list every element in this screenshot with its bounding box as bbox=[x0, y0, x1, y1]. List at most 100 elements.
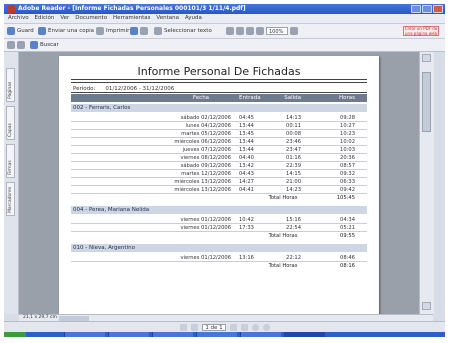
cell-entrada: 13:16 bbox=[239, 255, 254, 261]
menu-ver[interactable]: Ver bbox=[60, 15, 69, 21]
zoom-in-icon[interactable] bbox=[290, 27, 298, 35]
menu-edicion[interactable]: Edición bbox=[34, 15, 54, 21]
scroll-up-arrow[interactable] bbox=[422, 54, 431, 62]
table-row: martes 12/12/2006 04:43 14:15 09:32 bbox=[71, 170, 367, 178]
employee-group-header: 004 - Perea, Mariana Nelida bbox=[71, 206, 367, 214]
taskbar-item[interactable] bbox=[240, 332, 281, 337]
acrobat-window: Adobe Reader - [Informe Fichadas Persona… bbox=[4, 4, 445, 337]
pdf-page: Informe Personal De Fichadas Período: 01/… bbox=[59, 56, 379, 314]
menu-archivo[interactable]: Archivo bbox=[8, 15, 29, 21]
zoom-out-icon[interactable] bbox=[226, 27, 234, 35]
fit-page-icon[interactable] bbox=[236, 27, 244, 35]
cell-salida: 14:15 bbox=[286, 171, 301, 177]
create-pdf-search[interactable]: Crear un PDF de una página web bbox=[403, 26, 439, 36]
tab-marcadores-label: Marcadores bbox=[8, 186, 13, 213]
cell-entrada: 04:43 bbox=[239, 171, 254, 177]
col-entrada: Entrada bbox=[239, 95, 261, 101]
select-text-button[interactable]: Seleccionar texto bbox=[154, 26, 212, 36]
last-page-icon[interactable] bbox=[241, 324, 248, 331]
employee-name: 010 - Nieva, Argentino bbox=[73, 245, 135, 251]
employee-name: 002 - Ferraris, Carlos bbox=[73, 105, 131, 111]
cell-fecha: jueves 07/12/2006 bbox=[182, 147, 231, 153]
close-button[interactable] bbox=[433, 5, 443, 13]
menu-herramientas[interactable]: Herramientas bbox=[113, 15, 150, 21]
total-label: Total Horas bbox=[268, 195, 298, 201]
maximize-button[interactable] bbox=[422, 5, 432, 13]
table-row: viernes 01/12/2006 17:33 22:54 05:21 bbox=[71, 224, 367, 232]
print-button[interactable]: Imprimir bbox=[96, 26, 129, 36]
taskbar-item[interactable] bbox=[152, 332, 193, 337]
cell-entrada: 13:44 bbox=[239, 123, 254, 129]
col-salida: Salida bbox=[284, 95, 301, 101]
taskbar-item[interactable] bbox=[108, 332, 149, 337]
menu-documento[interactable]: Documento bbox=[75, 15, 107, 21]
taskbar-item[interactable] bbox=[64, 332, 105, 337]
find-button[interactable]: Buscar bbox=[30, 40, 59, 50]
table-row: viernes 08/12/2006 04:40 01:16 20:36 bbox=[71, 154, 367, 162]
tab-marcadores[interactable]: Marcadores bbox=[6, 182, 15, 216]
forward-icon[interactable] bbox=[263, 324, 270, 331]
find-label: Buscar bbox=[40, 42, 59, 48]
title-rule-top bbox=[71, 79, 367, 80]
tab-paginas[interactable]: Páginas bbox=[6, 68, 15, 102]
next-view-icon[interactable] bbox=[17, 41, 25, 49]
period-rule bbox=[71, 92, 367, 93]
cell-salida: 00:08 bbox=[286, 131, 301, 137]
menu-ayuda[interactable]: Ayuda bbox=[185, 15, 202, 21]
employee-group-header: 002 - Ferraris, Carlos bbox=[71, 104, 367, 112]
total-label: Total Horas bbox=[268, 233, 298, 239]
cell-salida: 15:16 bbox=[286, 217, 301, 223]
total-row: Total Horas 105:45 bbox=[71, 194, 367, 202]
table-row: viernes 01/12/2006 13:16 22:12 08:46 bbox=[71, 254, 367, 262]
next-page-icon[interactable] bbox=[230, 324, 237, 331]
cell-entrada: 10:42 bbox=[239, 217, 254, 223]
total-value: 08:16 bbox=[340, 263, 355, 269]
cell-entrada: 04:40 bbox=[239, 155, 254, 161]
tab-capas[interactable]: Capas bbox=[6, 106, 15, 140]
tab-firmas[interactable]: Firmas bbox=[6, 144, 15, 178]
select-label: Seleccionar texto bbox=[164, 28, 212, 34]
previous-page-icon[interactable] bbox=[191, 324, 198, 331]
cell-horas: 20:36 bbox=[340, 155, 355, 161]
taskbar-item[interactable] bbox=[196, 332, 237, 337]
minimize-button[interactable] bbox=[411, 5, 421, 13]
table-header: Fecha Entrada Salida Horas bbox=[71, 94, 367, 102]
taskbar-item-active[interactable] bbox=[284, 332, 325, 337]
total-value: 09:55 bbox=[340, 233, 355, 239]
email-button[interactable]: Enviar una copia bbox=[38, 26, 94, 36]
find-icon bbox=[30, 41, 38, 49]
cell-fecha: sábado 09/12/2006 bbox=[180, 163, 231, 169]
cell-entrada: 04:45 bbox=[239, 115, 254, 121]
rotate-icon[interactable] bbox=[140, 27, 148, 35]
scroll-thumb[interactable] bbox=[422, 72, 431, 132]
cell-fecha: viernes 01/12/2006 bbox=[180, 255, 231, 261]
save-button[interactable]: Guard bbox=[7, 26, 34, 36]
cell-fecha: sábado 02/12/2006 bbox=[180, 115, 231, 121]
single-page-icon[interactable] bbox=[256, 27, 264, 35]
first-page-icon[interactable] bbox=[180, 324, 187, 331]
adobe-reader-icon bbox=[7, 5, 15, 13]
menu-ventana[interactable]: Ventana bbox=[156, 15, 179, 21]
page-indicator[interactable]: 1 de 1 bbox=[202, 324, 226, 331]
tab-capas-label: Capas bbox=[8, 123, 13, 137]
cell-salida: 01:16 bbox=[286, 155, 301, 161]
employee-name: 004 - Perea, Mariana Nelida bbox=[73, 207, 150, 213]
report-title: Informe Personal De Fichadas bbox=[137, 65, 301, 78]
zoom-field[interactable]: 100% bbox=[266, 27, 288, 35]
back-icon[interactable] bbox=[252, 324, 259, 331]
scroll-down-arrow[interactable] bbox=[422, 302, 431, 310]
fit-width-icon[interactable] bbox=[246, 27, 254, 35]
start-button[interactable] bbox=[4, 332, 26, 337]
vertical-scrollbar[interactable] bbox=[419, 52, 434, 314]
document-viewport[interactable]: Informe Personal De Fichadas Período: 01/… bbox=[19, 52, 419, 314]
table-row: jueves 07/12/2006 13:44 23:47 10:03 bbox=[71, 146, 367, 154]
table-row: miércoles 13/12/2006 14:27 21:00 06:33 bbox=[71, 178, 367, 186]
cell-horas: 10:02 bbox=[340, 139, 355, 145]
table-row: martes 05/12/2006 13:45 00:08 10:23 bbox=[71, 130, 367, 138]
previous-view-icon[interactable] bbox=[7, 41, 15, 49]
hand-icon[interactable] bbox=[130, 27, 138, 35]
title-bar: Adobe Reader - [Informe Fichadas Persona… bbox=[4, 4, 445, 14]
cell-fecha: viernes 08/12/2006 bbox=[180, 155, 231, 161]
windows-taskbar bbox=[4, 332, 445, 337]
col-horas: Horas bbox=[339, 95, 355, 101]
